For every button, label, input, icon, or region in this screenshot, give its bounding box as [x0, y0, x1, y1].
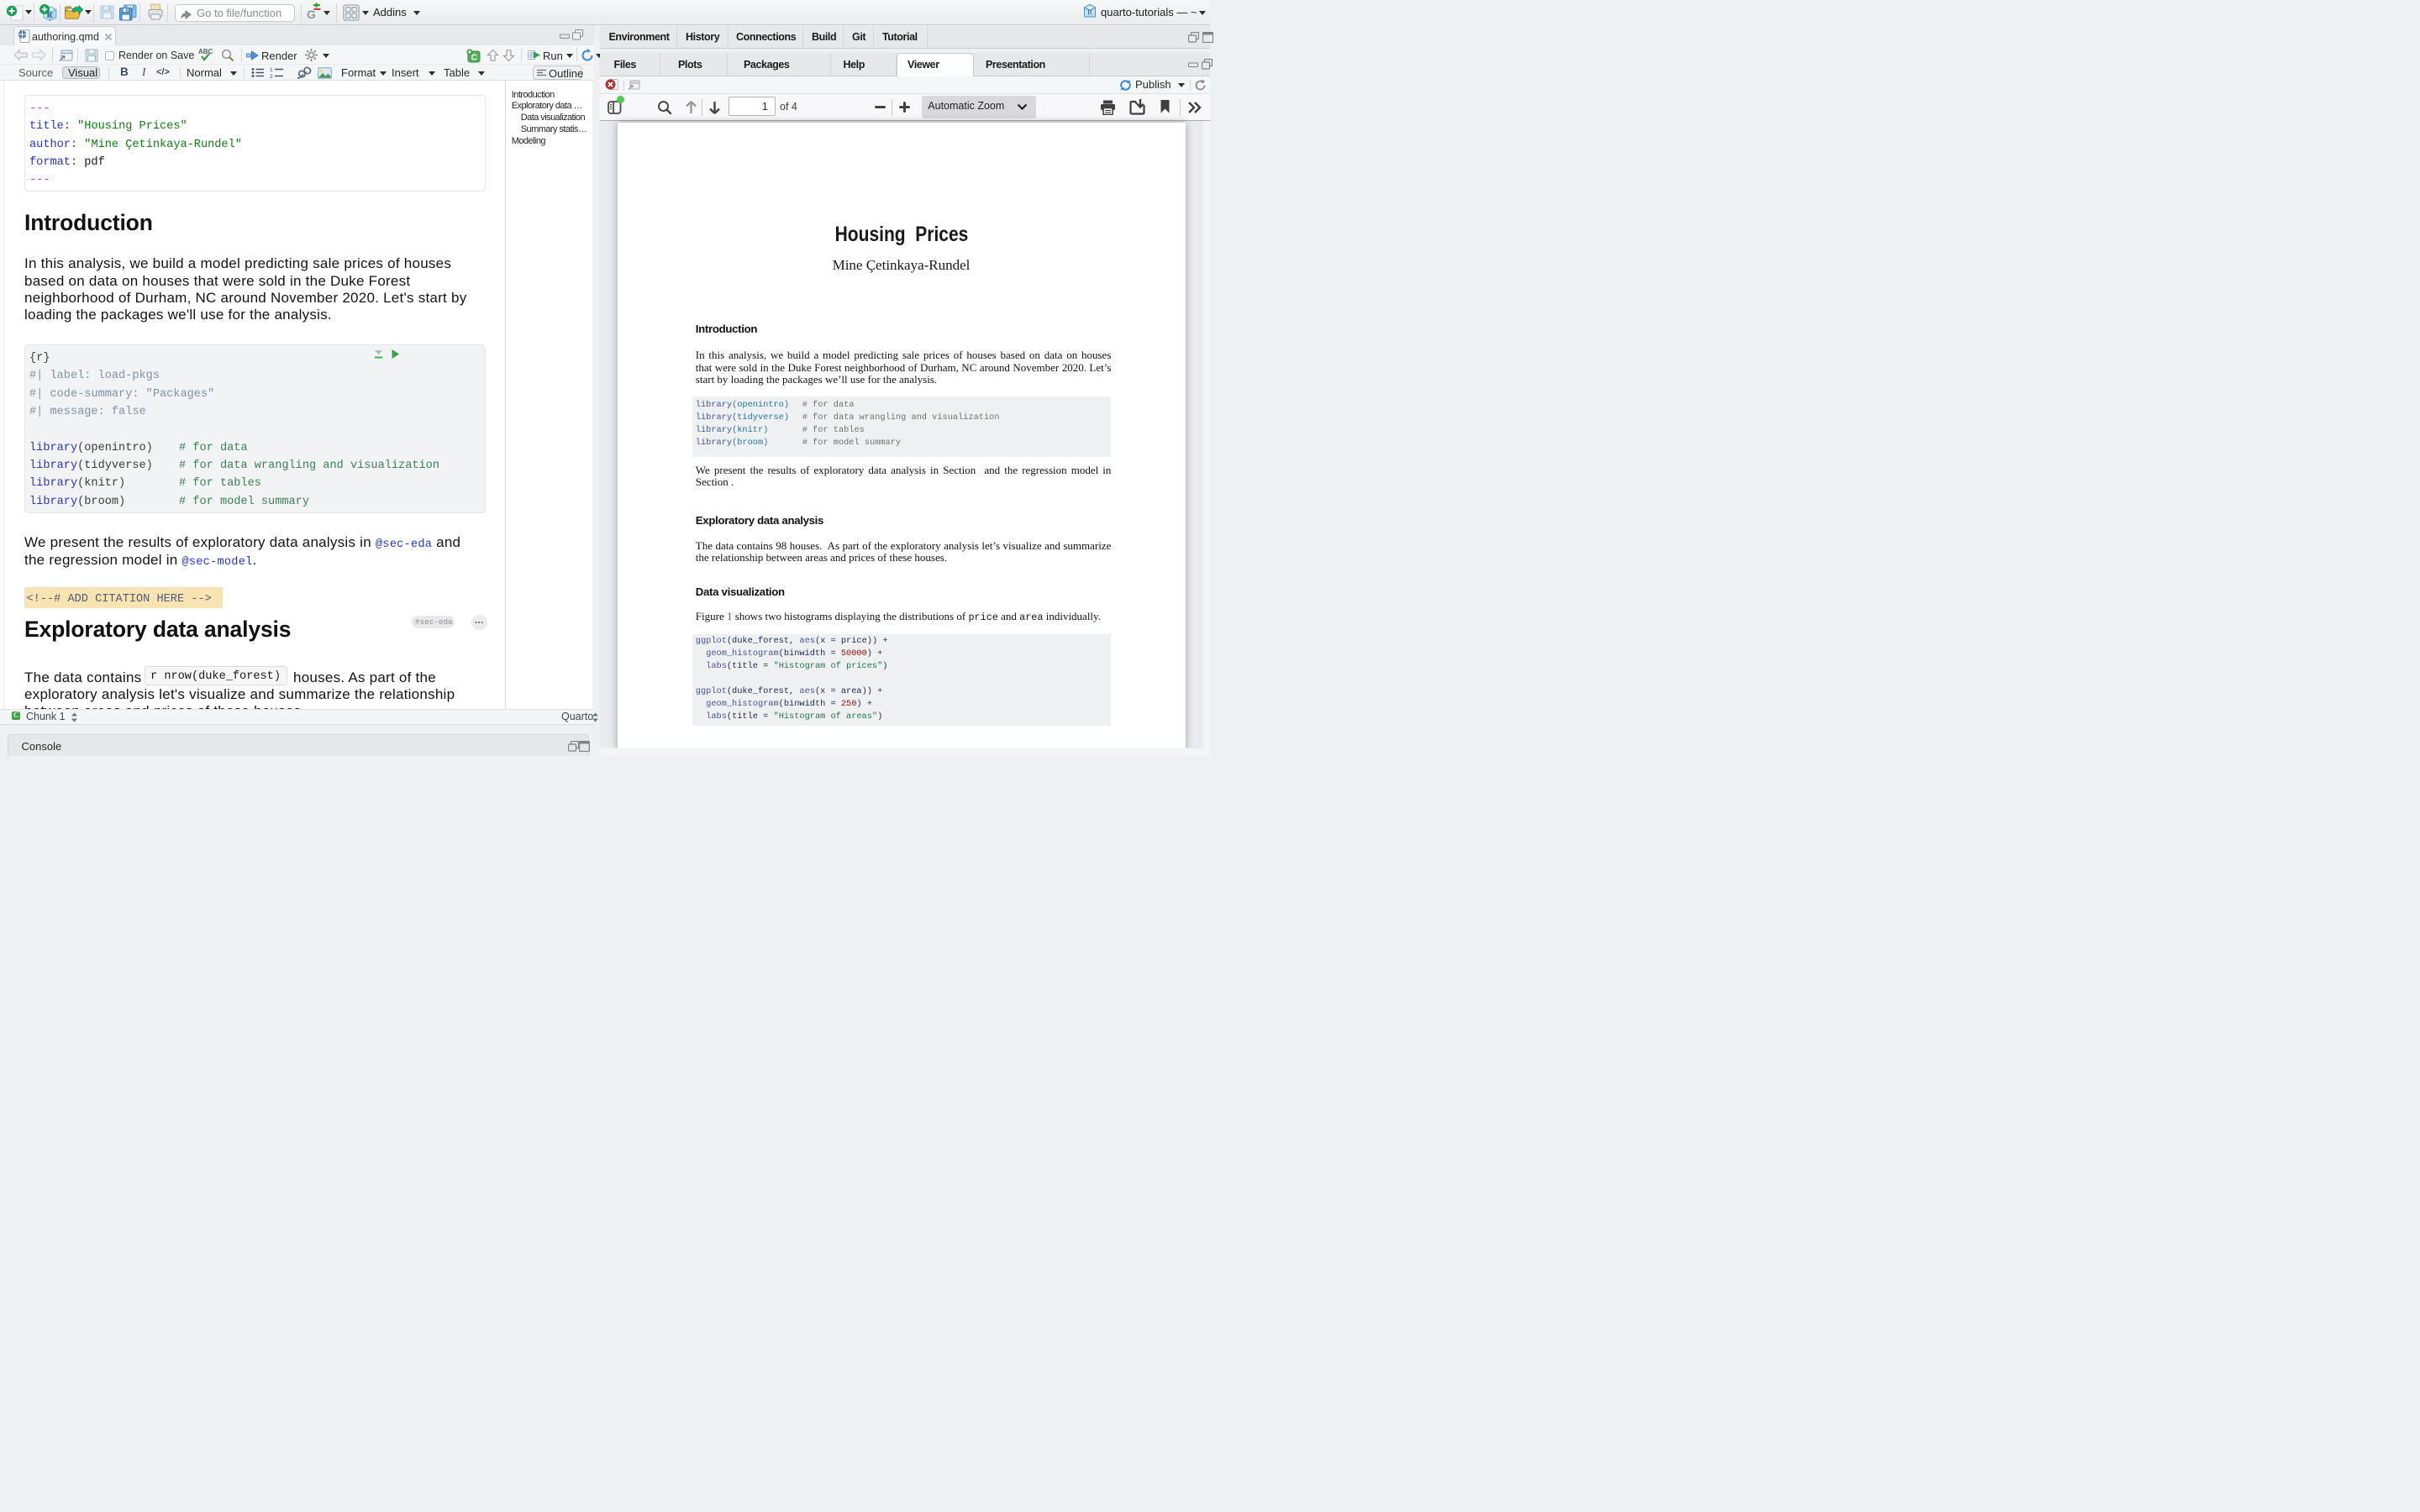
- svg-text:ABC: ABC: [198, 48, 213, 55]
- svg-text:2: 2: [270, 74, 273, 79]
- svg-text:C: C: [471, 52, 478, 62]
- svg-text:1: 1: [270, 67, 273, 73]
- svg-text:R: R: [1087, 8, 1092, 17]
